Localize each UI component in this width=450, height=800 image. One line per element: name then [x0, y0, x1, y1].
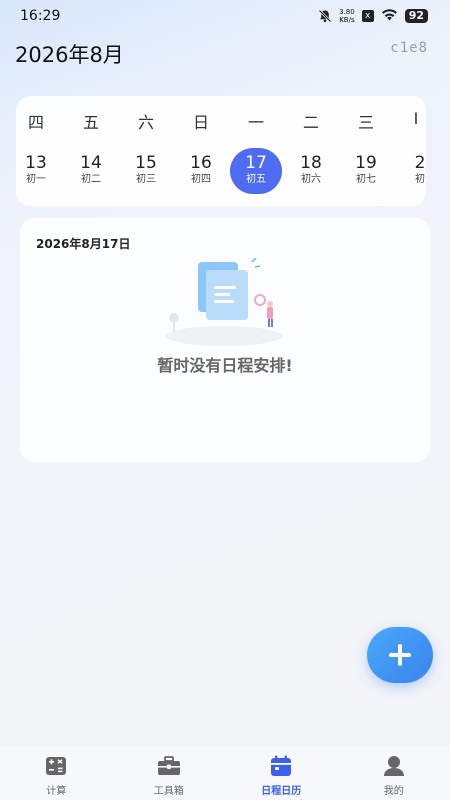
net-speed: 3.80 KB/s — [339, 8, 355, 24]
day-number: 19 — [355, 153, 377, 173]
tab-schedule-calendar[interactable]: 日程日历 — [225, 746, 338, 800]
lunar-date: 初六 — [301, 174, 321, 185]
week-strip: 四 五 六 日 一 二 三 I 13 初一 14 初二 15 初三 16 初四 … — [16, 96, 426, 206]
tab-profile[interactable]: 我的 — [338, 746, 450, 800]
wifi-icon — [381, 8, 398, 25]
weekday-label: 日 — [192, 113, 209, 132]
tab-label: 日程日历 — [261, 786, 302, 797]
weekday-label: I — [413, 109, 419, 128]
lunar-date: 初三 — [136, 174, 156, 185]
day-number: 14 — [80, 153, 102, 173]
day-cell-selected[interactable]: 17 初五 — [230, 148, 282, 194]
day-cell[interactable]: 16 初四 — [175, 148, 227, 194]
weekday-label: 三 — [357, 113, 374, 132]
day-cell[interactable]: 18 初六 — [285, 148, 337, 194]
day-number: 2 — [414, 153, 426, 173]
calculator-icon — [45, 754, 67, 778]
day-number: 15 — [135, 153, 157, 173]
day-cell[interactable]: 15 初三 — [120, 148, 172, 194]
lunar-date: 初二 — [81, 174, 101, 185]
lunar-date: 初五 — [246, 174, 266, 185]
x-badge-icon: x — [361, 10, 374, 22]
toolbox-icon — [157, 754, 181, 778]
status-icons: 3.80 KB/s x 92 — [318, 8, 428, 25]
day-cell[interactable]: 14 初二 — [65, 148, 117, 194]
add-schedule-button[interactable] — [367, 627, 433, 683]
month-title[interactable]: 2026年8月 — [15, 39, 124, 69]
weekday-label: 五 — [82, 113, 99, 132]
day-cell[interactable]: 13 初一 — [16, 148, 62, 194]
lunar-date: 初一 — [26, 174, 46, 185]
empty-schedule-illustration-icon — [162, 257, 288, 350]
day-cell[interactable]: 2 初 — [394, 148, 426, 194]
lunar-date: 初 — [415, 174, 425, 185]
calendar-icon — [270, 754, 292, 778]
header-code: c1e8 — [390, 40, 428, 56]
plus-icon — [389, 644, 411, 666]
day-number: 13 — [25, 153, 47, 173]
tab-toolbox[interactable]: 工具箱 — [113, 746, 226, 800]
weekday-label: 四 — [27, 113, 44, 132]
tab-label: 我的 — [383, 786, 404, 797]
schedule-card: 2026年8月17日 暂时没有日程安排! — [20, 218, 430, 462]
day-cell[interactable]: 19 初七 — [340, 148, 392, 194]
status-time: 16:29 — [20, 8, 61, 24]
day-number: 16 — [190, 153, 212, 173]
bottom-tab-bar: 计算 工具箱 日程日历 我的 — [0, 746, 450, 800]
weekday-row: 四 五 六 日 一 二 三 I — [16, 96, 426, 144]
schedule-date: 2026年8月17日 — [36, 237, 131, 251]
tab-label: 计算 — [46, 786, 67, 797]
battery-indicator: 92 — [404, 9, 428, 23]
status-bar: 16:29 3.80 KB/s x 92 — [0, 0, 450, 32]
day-row: 13 初一 14 初二 15 初三 16 初四 17 初五 18 初六 19 初… — [16, 148, 426, 204]
net-speed-value: 3.80 — [339, 8, 355, 16]
person-icon — [383, 754, 405, 778]
day-number: 17 — [245, 153, 267, 173]
weekday-label: 一 — [247, 113, 264, 132]
bell-muted-icon — [318, 9, 332, 23]
weekday-label: 六 — [137, 113, 154, 132]
weekday-label: 二 — [302, 113, 319, 132]
lunar-date: 初四 — [191, 174, 211, 185]
tab-calculator[interactable]: 计算 — [0, 746, 113, 800]
tab-label: 工具箱 — [153, 786, 184, 797]
lunar-date: 初七 — [356, 174, 376, 185]
day-number: 18 — [300, 153, 322, 173]
net-speed-unit: KB/s — [339, 16, 355, 24]
empty-schedule-text: 暂时没有日程安排! — [157, 356, 293, 375]
